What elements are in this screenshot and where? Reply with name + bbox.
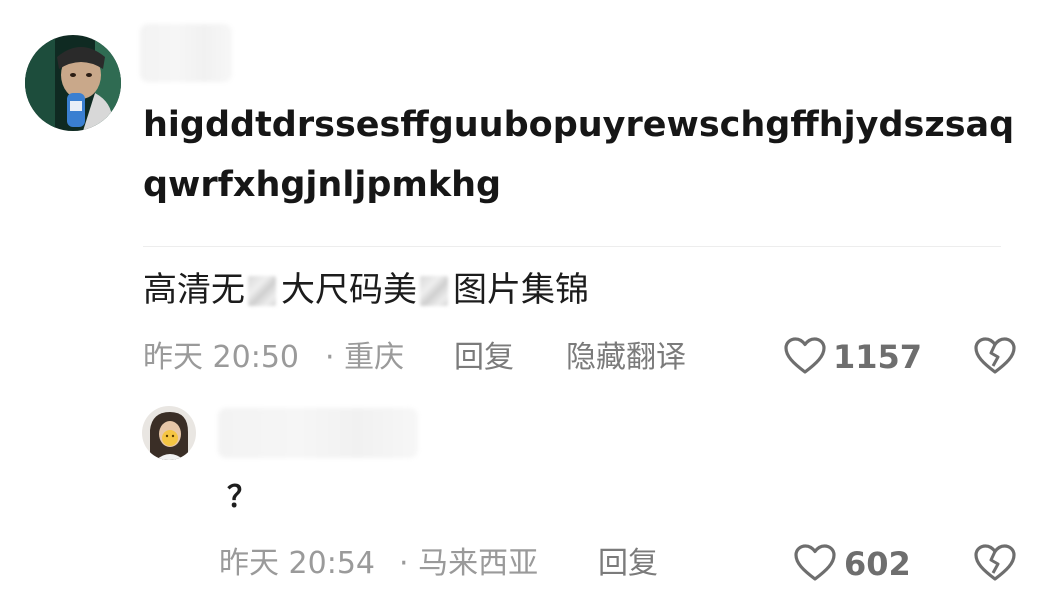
censored-mark — [248, 276, 276, 306]
user-photo — [25, 35, 121, 131]
broken-heart-icon[interactable] — [973, 543, 1017, 583]
like-count: 1157 — [833, 338, 923, 376]
comment-text: higddtdrssesffguubopuyrewschgffhjydszsaq… — [143, 105, 1015, 205]
translated-text-part: 大尺码美 — [281, 270, 417, 310]
avatar[interactable] — [142, 406, 196, 460]
translated-text-part: 高清无 — [143, 270, 245, 310]
location: · 重庆 — [325, 340, 405, 375]
username-blurred[interactable] — [218, 408, 418, 458]
location: · 马来西亚 — [399, 546, 539, 581]
reply-text: ？ — [227, 480, 257, 515]
heart-outline-icon[interactable] — [793, 543, 837, 583]
like-count: 602 — [844, 545, 911, 583]
translated-text-part: 图片集锦 — [453, 270, 589, 310]
divider — [143, 246, 1001, 247]
reply-button[interactable]: 回复 — [454, 338, 514, 378]
translated-text: 高清无 大尺码美 图片集锦 — [143, 266, 589, 314]
censored-mark — [420, 276, 448, 306]
timestamp: 昨天 20:54 — [219, 546, 375, 581]
hide-translation-button[interactable]: 隐藏翻译 — [566, 338, 686, 378]
broken-heart-icon[interactable] — [973, 336, 1017, 376]
username-blurred[interactable] — [140, 24, 232, 82]
avatar[interactable] — [25, 35, 121, 131]
reply-button[interactable]: 回复 — [598, 544, 658, 584]
user-photo — [142, 406, 196, 460]
timestamp: 昨天 20:50 — [143, 340, 299, 375]
heart-outline-icon[interactable] — [783, 336, 827, 376]
